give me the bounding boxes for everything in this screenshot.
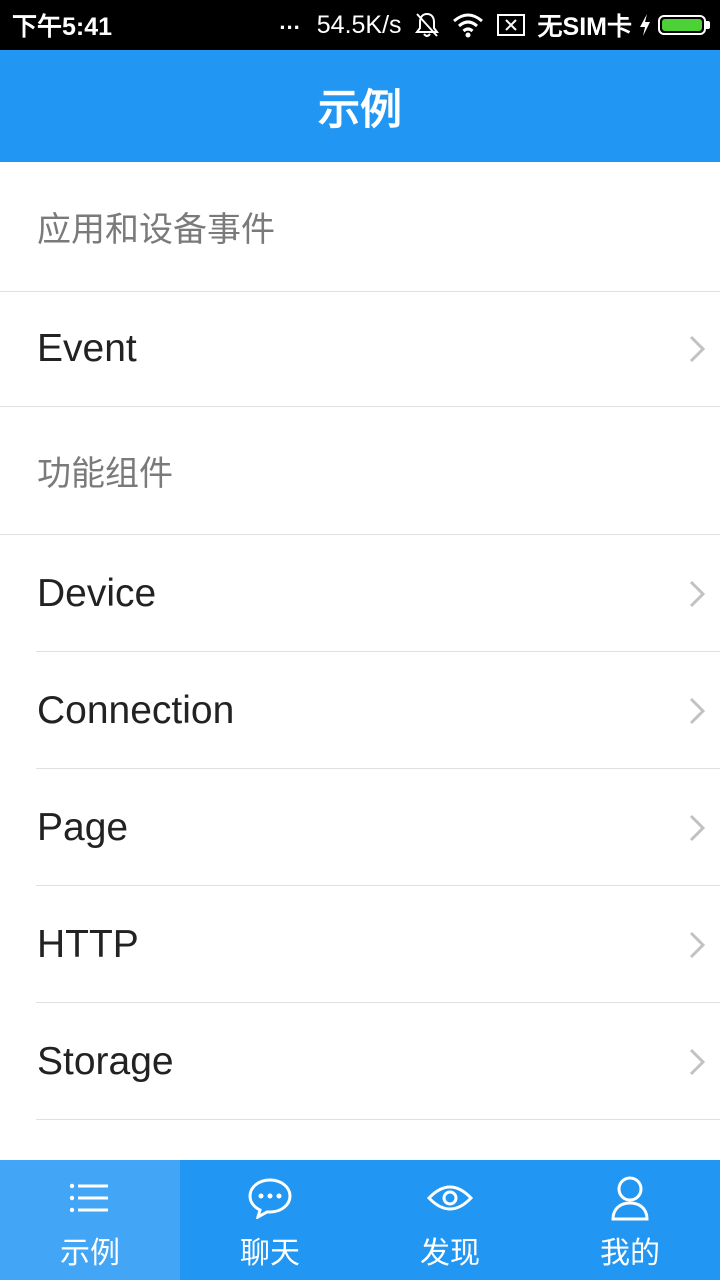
section-header-label: 应用和设备事件 bbox=[37, 210, 275, 250]
status-time: 下午5:41 bbox=[12, 13, 113, 41]
list-item-label: Device bbox=[37, 571, 157, 615]
battery-icon bbox=[658, 15, 706, 35]
list-item-page[interactable]: Page bbox=[0, 769, 720, 886]
mute-bell-icon bbox=[414, 11, 440, 39]
no-sim-icon bbox=[496, 13, 526, 37]
tab-label: 示例 bbox=[60, 1236, 120, 1271]
tab-discover[interactable]: 发现 bbox=[360, 1160, 540, 1280]
network-speed: 54.5K/s bbox=[316, 10, 402, 39]
battery-tip bbox=[706, 21, 710, 29]
charging-bolt-icon bbox=[638, 13, 652, 37]
list-item-label: Storage bbox=[37, 1039, 174, 1083]
chevron-right-icon bbox=[689, 335, 706, 363]
list-item-label: Page bbox=[37, 805, 129, 849]
menu-list: 应用和设备事件 Event 功能组件 Device Connection Pag… bbox=[0, 162, 720, 1160]
user-icon bbox=[608, 1176, 652, 1221]
list-item-device[interactable]: Device bbox=[0, 535, 720, 652]
chevron-right-icon bbox=[689, 580, 706, 607]
list-item-label: Connection bbox=[37, 688, 235, 732]
list-item-storage[interactable]: Storage bbox=[0, 1003, 720, 1120]
status-dots: ... bbox=[279, 9, 301, 34]
list-icon bbox=[68, 1176, 112, 1220]
chevron-right-icon bbox=[689, 697, 706, 724]
page-title: 示例 bbox=[317, 84, 402, 134]
tab-label: 聊天 bbox=[240, 1236, 300, 1271]
tab-examples[interactable]: 示例 bbox=[0, 1160, 180, 1280]
chevron-right-icon bbox=[689, 814, 706, 841]
list-item-label: HTTP bbox=[37, 922, 139, 966]
section-header-components: 功能组件 bbox=[0, 407, 720, 535]
list-item-http[interactable]: HTTP bbox=[0, 886, 720, 1003]
section-header-label: 功能组件 bbox=[37, 454, 173, 494]
section-header-app-events: 应用和设备事件 bbox=[0, 162, 720, 292]
status-right-group: ... 54.5K/s 无SIM卡 bbox=[279, 7, 710, 43]
battery-level bbox=[662, 19, 702, 31]
wifi-icon bbox=[452, 12, 484, 38]
chevron-right-icon bbox=[689, 931, 706, 958]
eye-icon bbox=[426, 1176, 474, 1220]
bottom-tab-bar: 示例 聊天 发现 我的 bbox=[0, 1160, 720, 1280]
tab-chat[interactable]: 聊天 bbox=[180, 1160, 360, 1280]
list-item-label: Event bbox=[37, 327, 137, 370]
tab-profile[interactable]: 我的 bbox=[540, 1160, 720, 1280]
tab-label: 我的 bbox=[600, 1236, 660, 1271]
chat-bubble-icon bbox=[247, 1176, 293, 1220]
chevron-right-icon bbox=[689, 1048, 706, 1075]
app-header: 示例 bbox=[0, 50, 720, 162]
list-item-event[interactable]: Event bbox=[0, 292, 720, 407]
status-bar: 下午5:41 ... 54.5K/s 无SIM卡 bbox=[0, 0, 720, 50]
sim-status-text: 无SIM卡 bbox=[537, 13, 632, 41]
list-item-connection[interactable]: Connection bbox=[0, 652, 720, 769]
tab-label: 发现 bbox=[420, 1236, 480, 1271]
